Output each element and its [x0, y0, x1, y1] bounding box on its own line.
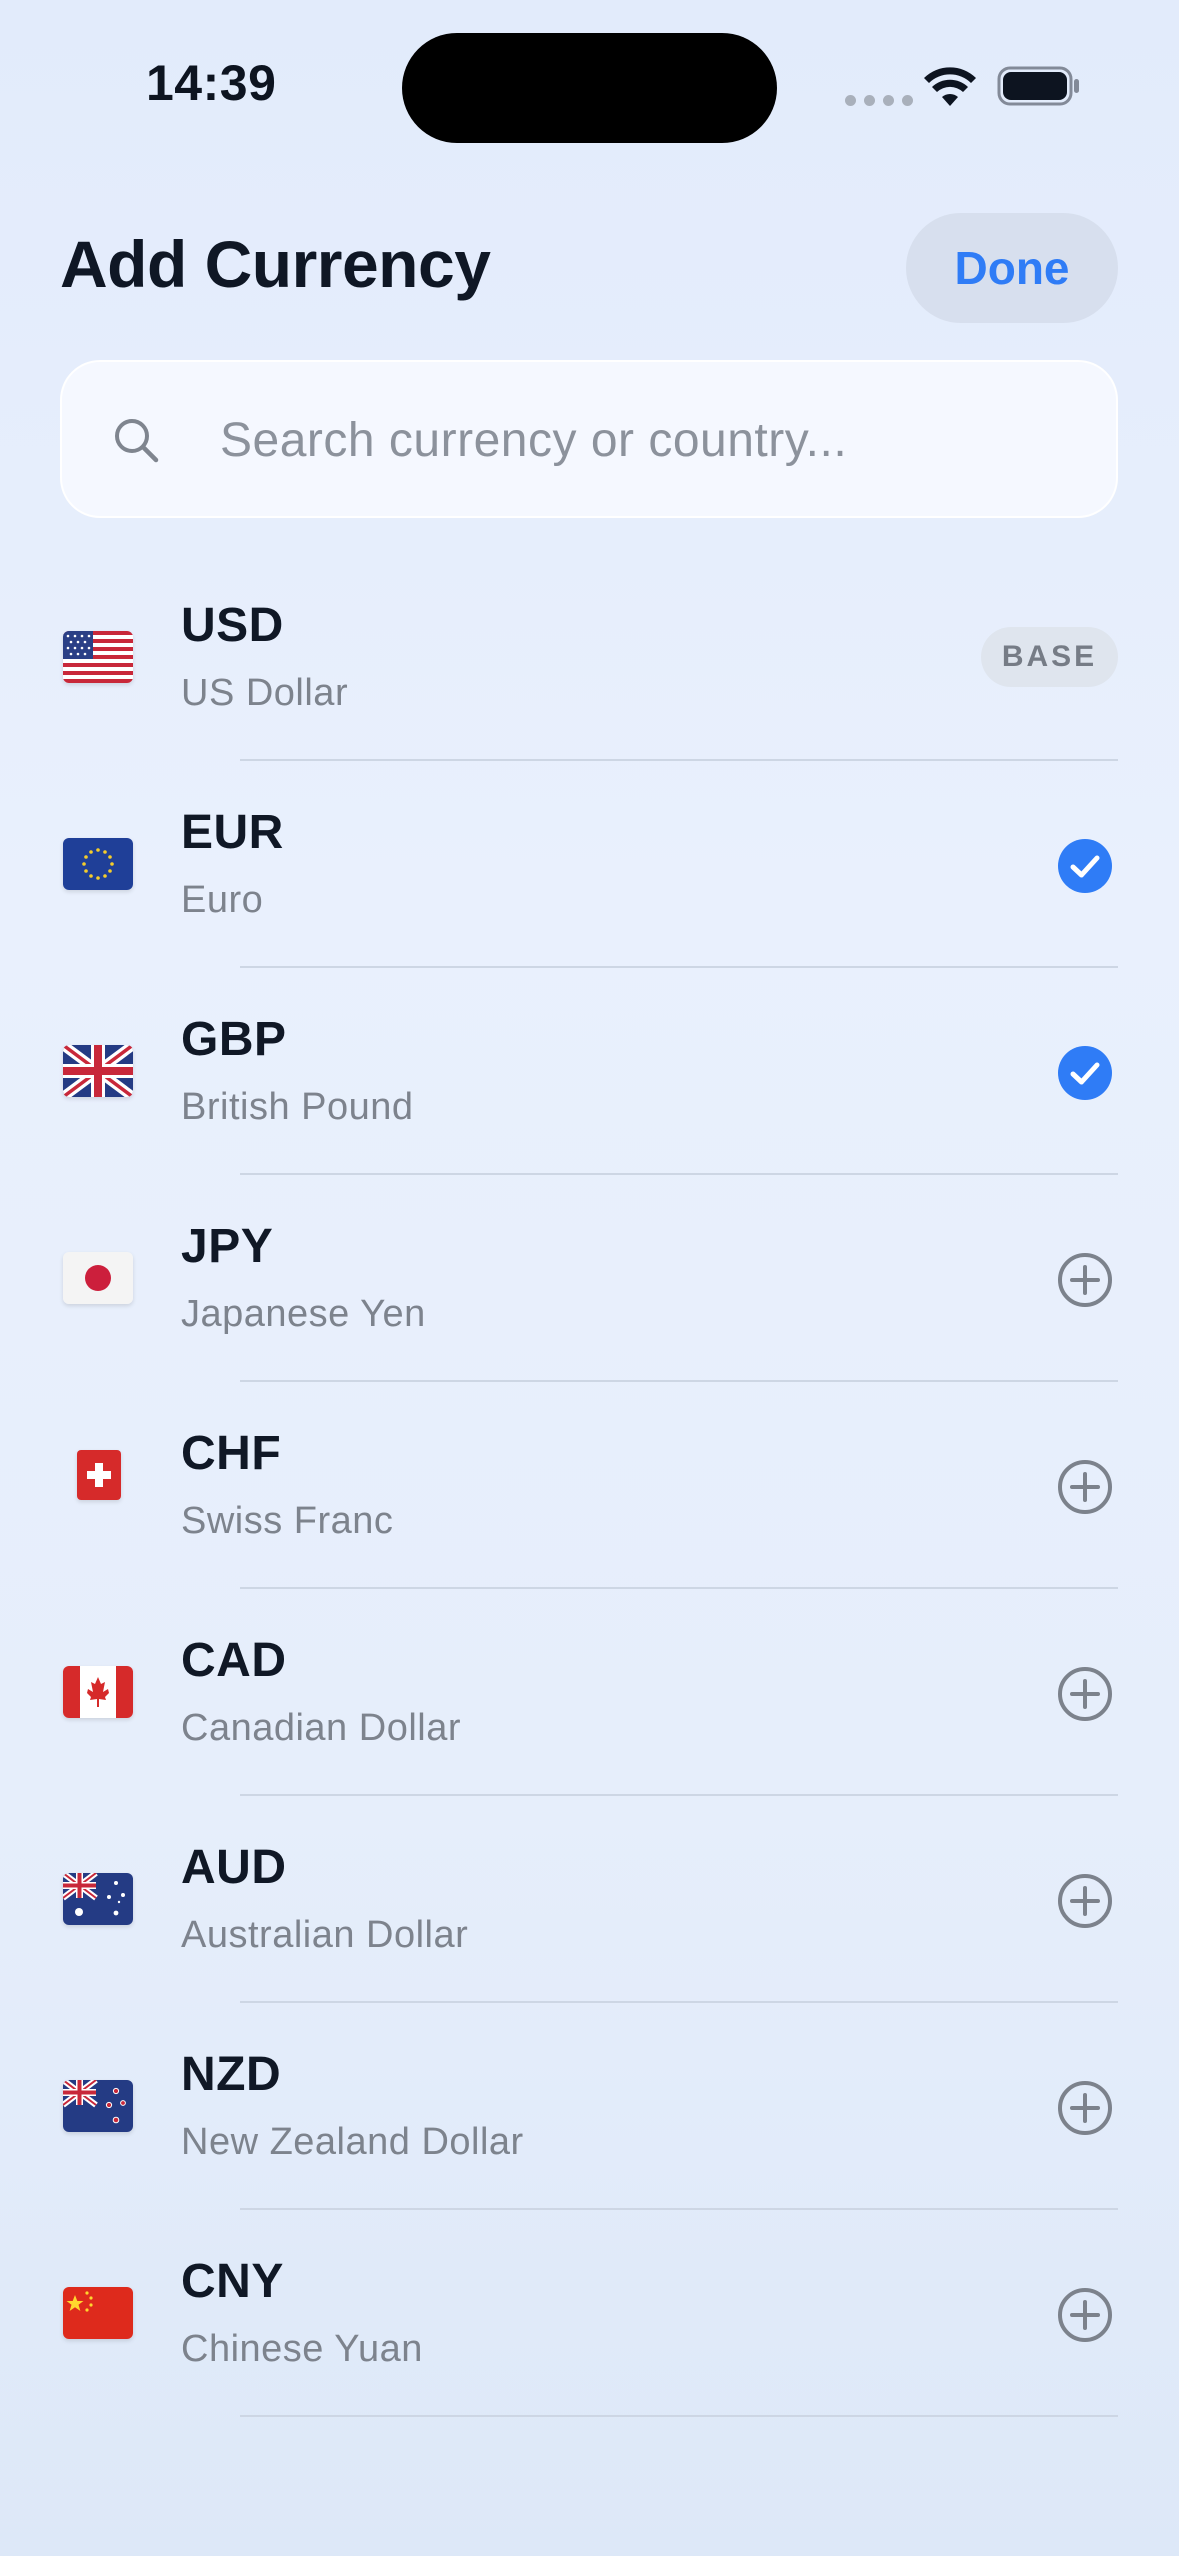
currency-code: NZD — [181, 2048, 282, 2101]
checkmark-icon[interactable] — [1057, 838, 1113, 894]
dynamic-island — [402, 33, 777, 143]
china-flag-icon — [63, 2287, 133, 2339]
currency-row-jpy[interactable]: JPY Japanese Yen — [0, 1175, 1179, 1382]
currency-code: CHF — [181, 1427, 282, 1480]
currency-row-cny[interactable]: CNY Chinese Yuan — [0, 2210, 1179, 2417]
currency-row-nzd[interactable]: NZD New Zealand Dollar — [0, 2003, 1179, 2210]
add-circle-icon[interactable] — [1057, 1873, 1113, 1929]
currency-name: Canadian Dollar — [181, 1707, 461, 1749]
currency-code: JPY — [181, 1220, 274, 1273]
add-circle-icon[interactable] — [1057, 1459, 1113, 1515]
add-circle-icon[interactable] — [1057, 1666, 1113, 1722]
uk-flag-icon — [63, 1045, 133, 1097]
currency-row-cad[interactable]: CAD Canadian Dollar — [0, 1589, 1179, 1796]
checkmark-icon[interactable] — [1057, 1045, 1113, 1101]
eu-flag-icon — [63, 838, 133, 890]
currency-name: Swiss Franc — [181, 1500, 394, 1542]
currency-name: New Zealand Dollar — [181, 2121, 524, 2163]
row-divider — [240, 2415, 1118, 2417]
currency-row-chf[interactable]: CHF Swiss Franc — [0, 1382, 1179, 1589]
us-flag-icon — [63, 631, 133, 683]
battery-icon — [997, 66, 1079, 106]
currency-name: Euro — [181, 879, 264, 921]
currency-code: GBP — [181, 1013, 287, 1066]
canada-flag-icon — [63, 1666, 133, 1718]
done-button[interactable]: Done — [906, 213, 1118, 323]
add-circle-icon[interactable] — [1057, 2287, 1113, 2343]
base-badge: BASE — [981, 627, 1118, 687]
search-icon — [115, 419, 159, 463]
currency-code: EUR — [181, 806, 284, 859]
add-circle-icon[interactable] — [1057, 1252, 1113, 1308]
signal-dots-icon — [845, 95, 913, 106]
currency-row-usd[interactable]: USD US Dollar BASE — [0, 554, 1179, 761]
currency-code: CAD — [181, 1634, 287, 1687]
currency-name: British Pound — [181, 1086, 414, 1128]
search-bar[interactable] — [60, 360, 1118, 518]
switzerland-flag-icon — [77, 1450, 121, 1500]
search-input[interactable] — [220, 402, 1080, 478]
australia-flag-icon — [63, 1873, 133, 1925]
new-zealand-flag-icon — [63, 2080, 133, 2132]
currency-name: Chinese Yuan — [181, 2328, 423, 2370]
currency-name: Australian Dollar — [181, 1914, 469, 1956]
currency-code: CNY — [181, 2255, 284, 2308]
currency-name: US Dollar — [181, 672, 349, 714]
wifi-icon — [924, 67, 976, 106]
status-bar: 14:39 — [0, 0, 1179, 170]
currency-row-gbp[interactable]: GBP British Pound — [0, 968, 1179, 1175]
currency-list: USD US Dollar BASE EUR Euro GBP British … — [0, 554, 1179, 2417]
add-circle-icon[interactable] — [1057, 2080, 1113, 2136]
currency-row-aud[interactable]: AUD Australian Dollar — [0, 1796, 1179, 2003]
japan-flag-icon — [63, 1252, 133, 1304]
currency-name: Japanese Yen — [181, 1293, 426, 1335]
currency-row-eur[interactable]: EUR Euro — [0, 761, 1179, 968]
currency-code: AUD — [181, 1841, 287, 1894]
page-title: Add Currency — [60, 227, 491, 301]
status-time: 14:39 — [146, 55, 277, 111]
currency-code: USD — [181, 599, 284, 652]
